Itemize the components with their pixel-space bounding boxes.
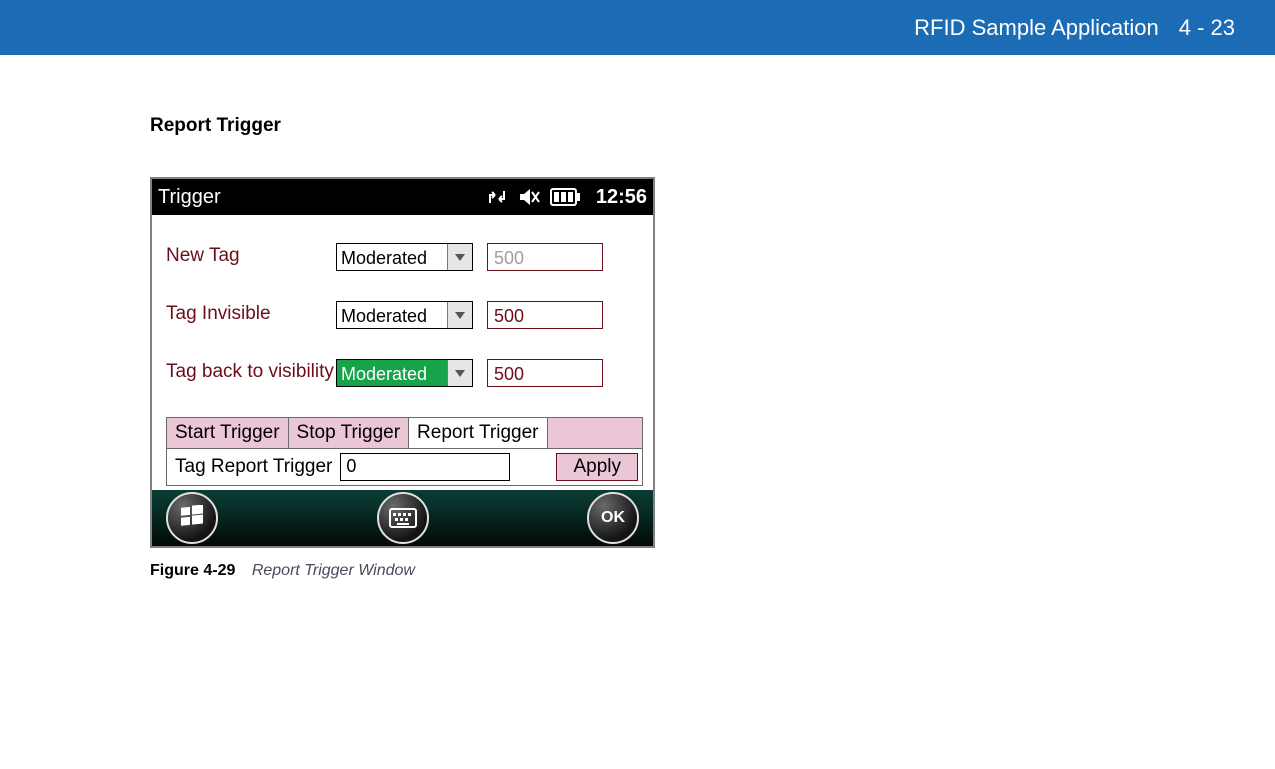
figure-label: Figure 4-29 [150,562,235,579]
tab-start-trigger[interactable]: Start Trigger [167,418,289,448]
keyboard-button[interactable] [377,492,429,544]
start-button[interactable] [166,492,218,544]
combo-tag-back-visibility[interactable]: Moderated [336,359,473,387]
status-icons: 12:56 [486,186,647,209]
tab-report-trigger[interactable]: Report Trigger [409,418,547,448]
connectivity-icon [486,187,508,207]
chevron-down-icon[interactable] [447,302,472,328]
label-tag-invisible: Tag Invisible [166,301,336,325]
value-tag-back-visibility[interactable]: 500 [487,359,603,387]
value-new-tag[interactable]: 500 [487,243,603,271]
combo-tag-back-visibility-text: Moderated [337,360,447,386]
clock: 12:56 [596,186,647,209]
page-content: Report Trigger Trigger [0,55,850,580]
value-tag-invisible[interactable]: 500 [487,301,603,329]
device-window: Trigger [150,177,655,548]
window-title: Trigger [158,186,486,209]
figure-caption: Figure 4-29 Report Trigger Window [150,562,850,580]
apply-button[interactable]: Apply [556,453,638,481]
label-tag-back-visibility: Tag back to visibility [166,359,336,383]
tag-report-trigger-label: Tag Report Trigger [167,456,340,478]
row-tag-back-visibility: Tag back to visibility Moderated 500 [166,359,643,387]
combo-new-tag-text: Moderated [337,244,447,270]
label-new-tag: New Tag [166,243,336,267]
ok-button-label: OK [601,509,625,527]
tag-report-trigger-row: Tag Report Trigger 0 Apply [166,449,643,486]
ok-button[interactable]: OK [587,492,639,544]
section-title: Report Trigger [150,115,850,137]
row-new-tag: New Tag Moderated 500 [166,243,643,271]
windows-icon [179,505,205,531]
titlebar: Trigger [152,179,653,215]
combo-tag-invisible-text: Moderated [337,302,447,328]
combo-tag-invisible[interactable]: Moderated [336,301,473,329]
tabs: Start Trigger Stop Trigger Report Trigge… [166,417,643,449]
tag-report-trigger-input[interactable]: 0 [340,453,510,481]
device-body: New Tag Moderated 500 Tag Invisible Mode… [152,215,653,490]
page-header: RFID Sample Application 4 - 23 [0,0,1275,55]
chevron-down-icon[interactable] [447,360,472,386]
figure-text: Report Trigger Window [252,562,415,579]
row-tag-invisible: Tag Invisible Moderated 500 [166,301,643,329]
combo-new-tag[interactable]: Moderated [336,243,473,271]
tab-stop-trigger[interactable]: Stop Trigger [289,418,410,448]
battery-icon [550,188,580,206]
volume-muted-icon [518,187,540,207]
system-bar: OK [152,490,653,546]
tab-filler [548,418,643,448]
header-page-number: 4 - 23 [1179,15,1235,41]
keyboard-icon [389,508,417,528]
header-title: RFID Sample Application [914,15,1159,41]
chevron-down-icon[interactable] [447,244,472,270]
